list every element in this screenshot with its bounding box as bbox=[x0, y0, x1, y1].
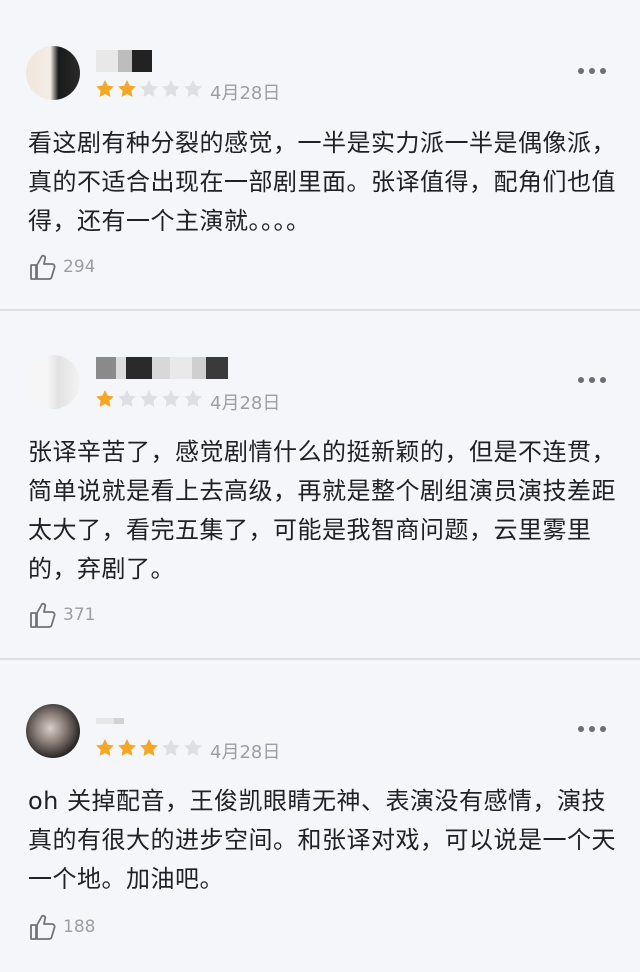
star-rating bbox=[94, 388, 204, 410]
review-date: 4月28日 bbox=[210, 393, 281, 414]
review-card: 4月28日 张译辛苦了，感觉剧情什么的挺新颖的，但是不连贯，简单说就是看上去高级… bbox=[0, 311, 640, 660]
review-text: 张译辛苦了，感觉剧情什么的挺新颖的，但是不连贯，简单说就是看上去高级，再就是整个… bbox=[28, 438, 616, 583]
username-blurred[interactable] bbox=[96, 50, 152, 72]
avatar[interactable] bbox=[26, 704, 80, 758]
star-filled-icon bbox=[96, 739, 114, 756]
thumbs-up-icon bbox=[30, 602, 56, 628]
star-rating bbox=[94, 78, 204, 100]
star-empty-icon bbox=[162, 739, 180, 756]
avatar[interactable] bbox=[26, 46, 80, 100]
like-button[interactable]: 371 bbox=[28, 600, 95, 630]
thumbs-up-icon bbox=[30, 254, 56, 280]
like-count: 294 bbox=[63, 257, 96, 277]
review-date: 4月28日 bbox=[210, 742, 281, 763]
thumbs-up-icon bbox=[30, 914, 56, 940]
more-icon[interactable] bbox=[578, 376, 606, 384]
review-card: 4月28日 oh 关掉配音，王俊凯眼睛无神、表演没有感情，演技真的有很大的进步空… bbox=[0, 660, 640, 972]
more-icon[interactable] bbox=[578, 67, 606, 75]
star-empty-icon bbox=[140, 390, 158, 407]
star-rating bbox=[94, 737, 204, 759]
like-count: 188 bbox=[63, 917, 96, 937]
star-filled-icon bbox=[140, 739, 158, 756]
star-filled-icon bbox=[96, 390, 114, 407]
review-text: oh 关掉配音，王俊凯眼睛无神、表演没有感情，演技真的有很大的进步空间。和张译对… bbox=[28, 787, 616, 893]
star-filled-icon bbox=[118, 739, 136, 756]
more-icon[interactable] bbox=[578, 725, 606, 733]
star-filled-icon bbox=[96, 80, 114, 97]
review-text: 看这剧有种分裂的感觉，一半是实力派一半是偶像派，真的不适合出现在一部剧里面。张译… bbox=[28, 129, 616, 235]
star-empty-icon bbox=[162, 390, 180, 407]
star-empty-icon bbox=[184, 80, 202, 97]
like-button[interactable]: 294 bbox=[28, 252, 95, 282]
avatar[interactable] bbox=[26, 355, 80, 409]
review-card: 4月28日 看这剧有种分裂的感觉，一半是实力派一半是偶像派，真的不适合出现在一部… bbox=[0, 0, 640, 311]
star-empty-icon bbox=[162, 80, 180, 97]
star-empty-icon bbox=[140, 80, 158, 97]
star-filled-icon bbox=[118, 80, 136, 97]
like-count: 371 bbox=[63, 605, 96, 625]
like-button[interactable]: 188 bbox=[28, 912, 95, 942]
star-empty-icon bbox=[184, 739, 202, 756]
star-empty-icon bbox=[184, 390, 202, 407]
review-date: 4月28日 bbox=[210, 83, 281, 104]
star-empty-icon bbox=[118, 390, 136, 407]
username-blurred[interactable] bbox=[96, 357, 228, 379]
